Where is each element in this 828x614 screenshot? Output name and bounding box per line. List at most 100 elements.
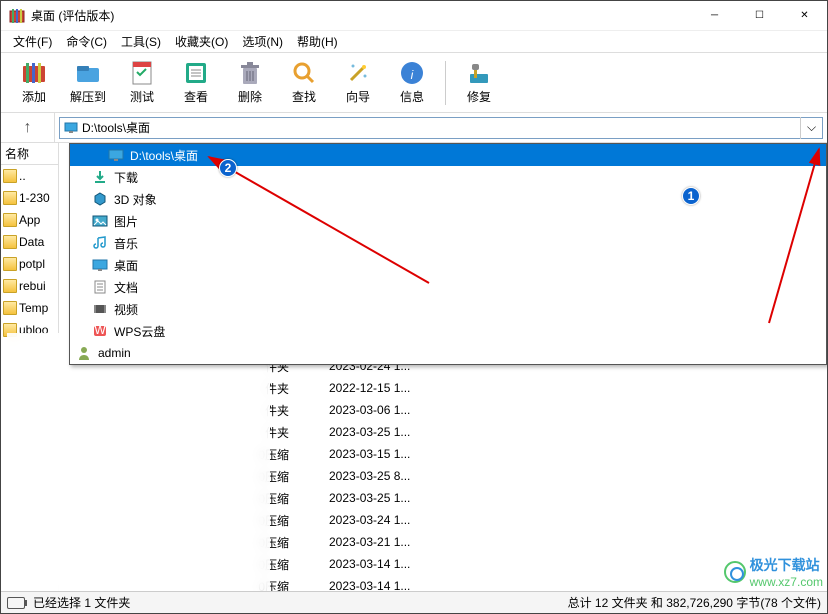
sidebar-item-label: potpl (19, 257, 45, 271)
sidebar-item-label: 1-230 (19, 191, 50, 205)
dropdown-item[interactable]: D:\tools\桌面 (70, 144, 826, 166)
cell-date: 2023-03-06 1... (329, 403, 469, 417)
cell-date: 2023-03-25 1... (329, 491, 469, 505)
up-button[interactable]: ↑ (1, 113, 55, 142)
folder-icon (3, 213, 17, 227)
desktop-icon (108, 147, 124, 163)
sidebar-item-label: App (19, 213, 40, 227)
toolbar: 添加 解压到 测试 查看 删除 查找 向导 i信息 修复 (1, 53, 827, 113)
menu-options[interactable]: 选项(N) (236, 33, 289, 50)
svg-text:i: i (411, 68, 414, 82)
sidebar-item[interactable]: Temp (1, 297, 58, 319)
watermark: 极光下载站 www.xz7.com (724, 555, 823, 589)
wps-icon: W (92, 323, 108, 339)
path-dropdown: D:\tools\桌面下载 3D 对象图片音乐桌面文档视频 W WPS云盘 admin (69, 143, 827, 365)
cell-date: 2023-03-15 1... (329, 447, 469, 461)
sidebar-item-label: Data (19, 235, 44, 249)
doc-icon (92, 279, 108, 295)
folder-icon (3, 191, 17, 205)
extract-button[interactable]: 解压到 (63, 56, 113, 110)
3d-icon (92, 191, 108, 207)
titlebar: 桌面 (评估版本) ─ ☐ ✕ (1, 1, 827, 31)
sidebar-item[interactable]: .. (1, 165, 58, 187)
cell-date: 2023-03-25 1... (329, 425, 469, 439)
folder-icon (3, 235, 17, 249)
navbar: ↑ D:\tools\桌面 ⌵ (1, 113, 827, 143)
path-text: D:\tools\桌面 (82, 119, 150, 136)
battery-icon (7, 597, 25, 609)
minimize-button[interactable]: ─ (692, 1, 737, 30)
user-icon (76, 345, 92, 361)
maximize-button[interactable]: ☐ (737, 1, 782, 30)
path-dropdown-toggle[interactable]: ⌵ (800, 117, 822, 139)
main-area: D:\tools\桌面下载3D 对象图片音乐桌面文档视频WWPS云盘admin … (59, 143, 827, 591)
wizard-button[interactable]: 向导 (333, 56, 383, 110)
picture-icon (92, 213, 108, 229)
sidebar-item[interactable]: Data (1, 231, 58, 253)
watermark-url: www.xz7.com (750, 575, 823, 589)
app-icon (9, 8, 25, 24)
menu-favorites[interactable]: 收藏夹(O) (169, 33, 234, 50)
music-icon (92, 235, 108, 251)
dropdown-item-label: 桌面 (114, 257, 138, 274)
folder-icon (3, 279, 17, 293)
annotation-badge-2: 2 (219, 159, 237, 177)
sidebar-item-label: Temp (19, 301, 48, 315)
statusbar: 已经选择 1 文件夹 总计 12 文件夹 和 382,726,290 字节(78… (1, 591, 827, 613)
menubar: 文件(F) 命令(C) 工具(S) 收藏夹(O) 选项(N) 帮助(H) (1, 31, 827, 53)
sidebar-item[interactable]: 1-230 (1, 187, 58, 209)
menu-command[interactable]: 命令(C) (60, 33, 113, 50)
folder-icon (3, 301, 17, 315)
download-icon (92, 169, 108, 185)
sidebar-item[interactable]: App (1, 209, 58, 231)
sidebar-item[interactable]: rebui (1, 275, 58, 297)
cell-date: 2023-03-25 8... (329, 469, 469, 483)
sidebar-item-label: rebui (19, 279, 46, 293)
dropdown-item-label: 视频 (114, 301, 138, 318)
menu-file[interactable]: 文件(F) (7, 33, 58, 50)
dropdown-item-label: 文档 (114, 279, 138, 296)
cell-date: 2022-12-15 1... (329, 381, 469, 395)
annotation-badge-1: 1 (682, 187, 700, 205)
find-button[interactable]: 查找 (279, 56, 329, 110)
close-button[interactable]: ✕ (782, 1, 827, 30)
path-field[interactable]: D:\tools\桌面 ⌵ (59, 117, 823, 139)
folder-icon (3, 169, 17, 183)
sidebar-item-label: .. (19, 169, 26, 183)
cell-date: 2023-03-14 1... (329, 557, 469, 571)
menu-tools[interactable]: 工具(S) (115, 33, 167, 50)
dropdown-item-label: D:\tools\桌面 (130, 147, 198, 164)
cell-date: 2023-03-21 1... (329, 535, 469, 549)
cell-date: 2023-03-24 1... (329, 513, 469, 527)
svg-text:W: W (94, 323, 106, 337)
test-button[interactable]: 测试 (117, 56, 167, 110)
dropdown-item-label: 图片 (114, 213, 138, 230)
dropdown-item-label: 3D 对象 (114, 191, 157, 208)
dropdown-item-label: admin (98, 346, 131, 360)
dropdown-item[interactable]: 视频 (70, 298, 826, 320)
status-left: 已经选择 1 文件夹 (33, 594, 130, 611)
column-header-name[interactable]: 名称 (1, 143, 58, 165)
dropdown-item[interactable]: 文档 (70, 276, 826, 298)
sidebar-item[interactable]: potpl (1, 253, 58, 275)
dropdown-item[interactable]: W WPS云盘 (70, 320, 826, 342)
video-icon (92, 301, 108, 317)
add-button[interactable]: 添加 (9, 56, 59, 110)
menu-help[interactable]: 帮助(H) (291, 33, 344, 50)
cell-date: 2023-03-14 1... (329, 579, 469, 591)
dropdown-item[interactable]: admin (70, 342, 826, 364)
dropdown-item[interactable]: 图片 (70, 210, 826, 232)
dropdown-item[interactable]: 3D 对象 (70, 188, 826, 210)
dropdown-item[interactable]: 下载 (70, 166, 826, 188)
dropdown-item[interactable]: 桌面 (70, 254, 826, 276)
window-title: 桌面 (评估版本) (31, 7, 692, 24)
repair-button[interactable]: 修复 (454, 56, 504, 110)
desktop-icon (92, 257, 108, 273)
info-button[interactable]: i信息 (387, 56, 437, 110)
view-button[interactable]: 查看 (171, 56, 221, 110)
delete-button[interactable]: 删除 (225, 56, 275, 110)
status-right: 总计 12 文件夹 和 382,726,290 字节(78 个文件) (568, 594, 821, 611)
dropdown-item[interactable]: 音乐 (70, 232, 826, 254)
dropdown-item-label: WPS云盘 (114, 323, 165, 340)
dropdown-item-label: 下载 (114, 169, 138, 186)
